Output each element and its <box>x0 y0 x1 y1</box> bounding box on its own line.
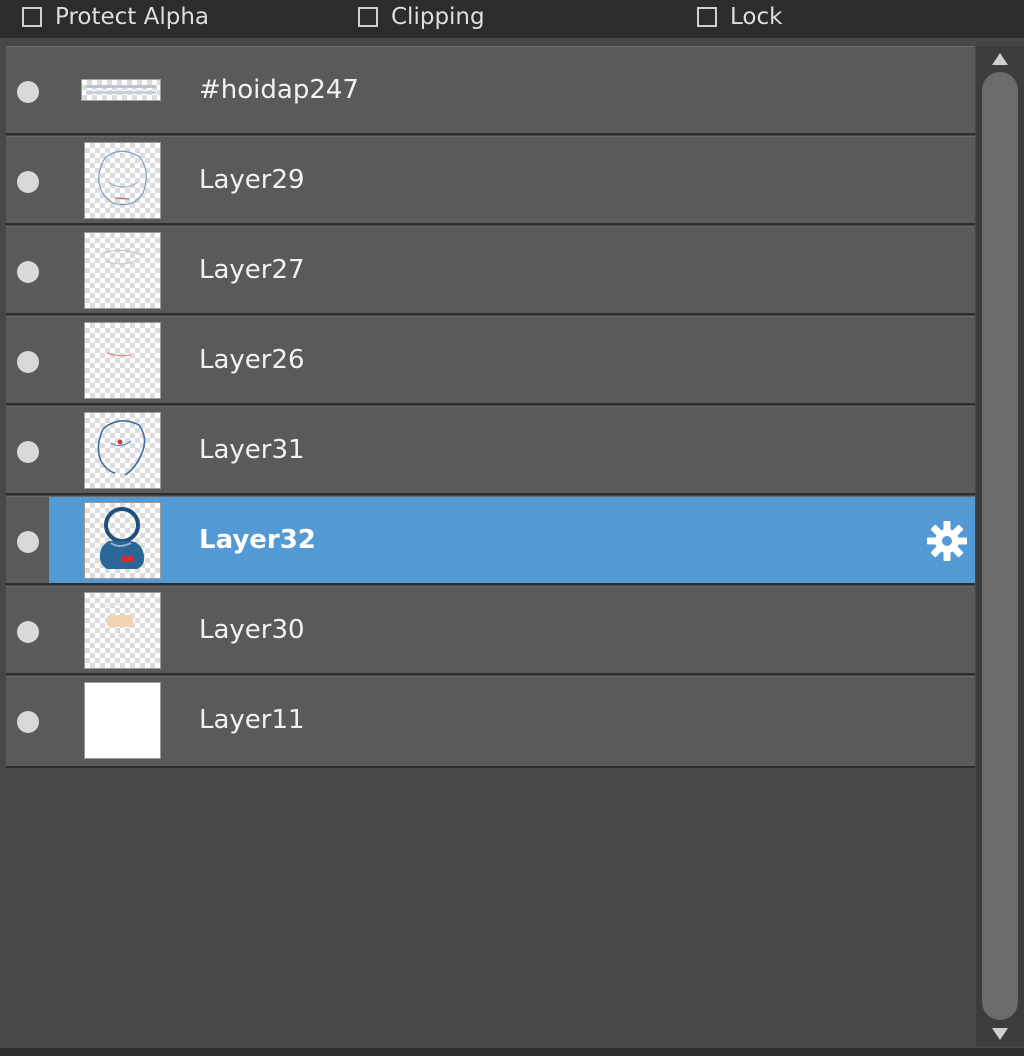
layer-name: Layer30 <box>199 615 305 645</box>
layer-name: Layer31 <box>199 435 305 465</box>
panel-bottom-edge <box>0 1048 1024 1056</box>
visibility-dot-icon[interactable] <box>17 621 39 643</box>
visibility-dot-icon[interactable] <box>17 351 39 373</box>
vertical-scrollbar[interactable] <box>976 46 1024 1046</box>
clipping-label: Clipping <box>391 4 485 30</box>
layer-thumbnail <box>84 682 161 759</box>
gear-icon[interactable] <box>925 519 969 563</box>
layer-name: #hoidap247 <box>199 75 359 105</box>
protect-alpha-label: Protect Alpha <box>55 4 210 30</box>
checkbox-box[interactable] <box>358 7 378 27</box>
checkbox-box[interactable] <box>22 7 42 27</box>
layer-thumbnail <box>81 79 161 101</box>
visibility-dot-icon[interactable] <box>17 441 39 463</box>
lock-checkbox[interactable]: Lock <box>697 3 782 31</box>
layer-thumbnail <box>84 412 161 489</box>
layer-options-bar: Protect Alpha Clipping Lock <box>0 0 1024 38</box>
triangle-up-icon[interactable] <box>988 49 1012 69</box>
layer-thumbnail <box>84 502 161 579</box>
layer-thumbnail <box>84 232 161 309</box>
layer-name: Layer32 <box>199 525 316 555</box>
layer-row[interactable]: Layer31 <box>6 406 975 495</box>
layer-name: Layer11 <box>199 705 305 735</box>
lock-label: Lock <box>730 4 783 30</box>
visibility-dot-icon[interactable] <box>17 171 39 193</box>
layer-row[interactable]: Layer11 <box>6 676 975 768</box>
layer-name: Layer29 <box>199 165 305 195</box>
selection-highlight <box>49 497 975 583</box>
layer-row[interactable]: Layer27 <box>6 226 975 315</box>
visibility-dot-icon[interactable] <box>17 261 39 283</box>
layer-name: Layer26 <box>199 345 305 375</box>
layer-row[interactable]: Layer29 <box>6 136 975 225</box>
layer-row[interactable]: Layer30 <box>6 586 975 675</box>
layer-thumbnail <box>84 322 161 399</box>
scrollbar-thumb[interactable] <box>982 72 1018 1020</box>
layer-row-selected[interactable]: Layer32 <box>6 496 975 585</box>
layer-list: #hoidap247 Layer29 Layer27 Layer26 Layer… <box>6 46 975 1046</box>
checkbox-box[interactable] <box>697 7 717 27</box>
layer-row[interactable]: Layer26 <box>6 316 975 405</box>
layer-thumbnail <box>84 592 161 669</box>
visibility-dot-icon[interactable] <box>17 711 39 733</box>
layer-thumbnail <box>84 142 161 219</box>
clipping-checkbox[interactable]: Clipping <box>358 3 485 31</box>
visibility-dot-icon[interactable] <box>17 531 39 553</box>
triangle-down-icon[interactable] <box>988 1024 1012 1044</box>
layer-name: Layer27 <box>199 255 305 285</box>
visibility-dot-icon[interactable] <box>17 81 39 103</box>
protect-alpha-checkbox[interactable]: Protect Alpha <box>22 3 209 31</box>
layer-row[interactable]: #hoidap247 <box>6 46 975 135</box>
